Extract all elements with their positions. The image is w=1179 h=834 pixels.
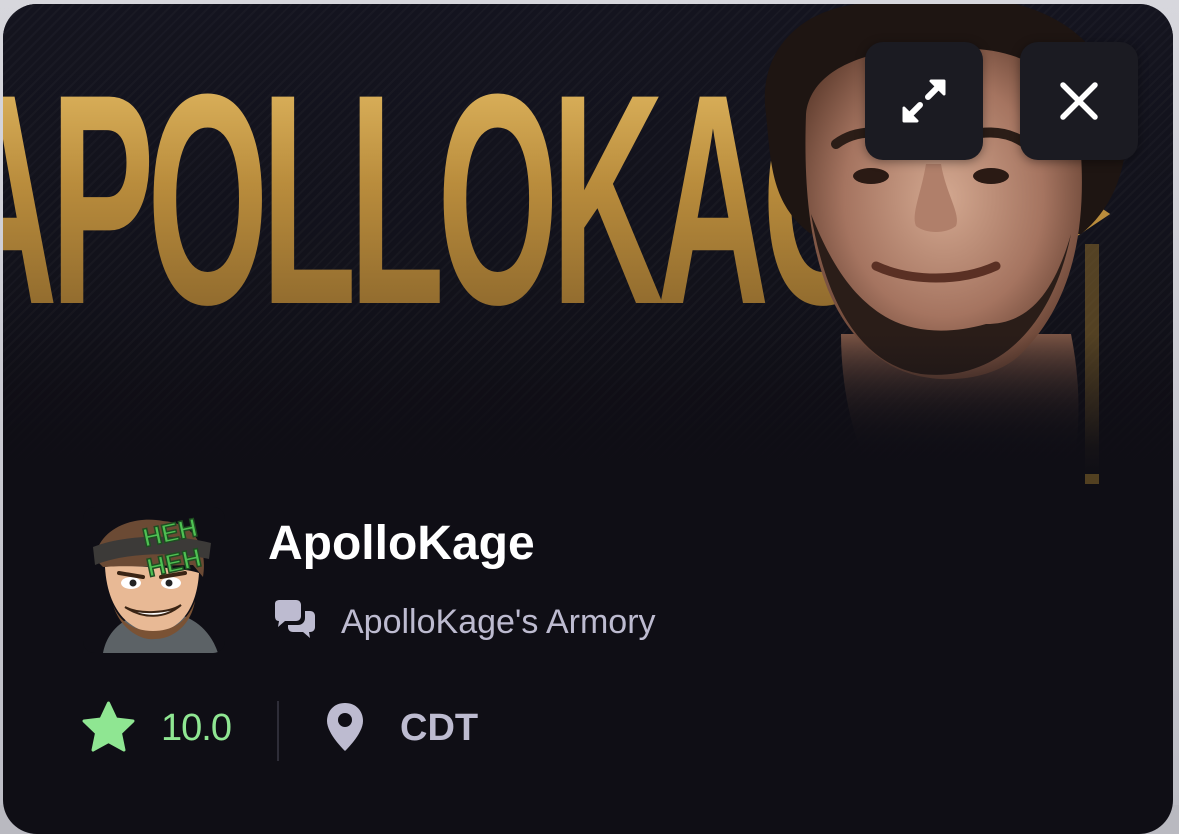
stat-divider — [277, 701, 279, 761]
avatar[interactable]: HEH HEH — [83, 507, 225, 653]
screen-background: APOLLOKAGE HEH HEH ApolloKage ApolloKage… — [0, 0, 1179, 834]
banner-fade-overlay — [3, 334, 1173, 474]
avatar-emote-image: HEH HEH — [83, 507, 225, 653]
chat-bubbles-icon — [275, 600, 315, 638]
close-button[interactable] — [1020, 42, 1138, 160]
expand-arrows-icon — [902, 79, 946, 123]
profile-name: ApolloKage — [268, 517, 535, 570]
expand-button[interactable] — [865, 42, 983, 160]
community-name[interactable]: ApolloKage's Armory — [341, 600, 656, 644]
rating-value: 10.0 — [161, 707, 232, 749]
profile-card: APOLLOKAGE HEH HEH ApolloKage ApolloKage… — [3, 4, 1173, 834]
timezone-value: CDT — [400, 707, 479, 749]
close-icon — [1060, 82, 1098, 120]
map-pin-icon — [327, 703, 363, 751]
star-icon — [82, 701, 135, 752]
profile-banner: APOLLOKAGE — [3, 4, 1173, 484]
